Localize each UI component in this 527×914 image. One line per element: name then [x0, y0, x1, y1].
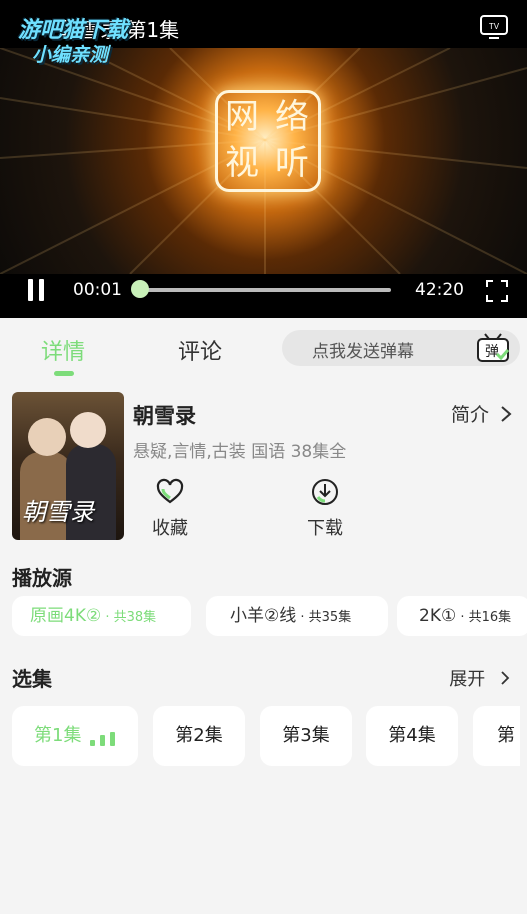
source-name: 2K① [419, 606, 457, 626]
source-name: 小羊②线 [230, 606, 297, 626]
source-item[interactable]: 原画4K② · 共38集 [12, 596, 191, 636]
source-item[interactable]: 2K① · 共16集 [397, 596, 527, 636]
episode-label: 第1集 [34, 725, 82, 746]
tv-cast-icon[interactable]: TV [479, 14, 509, 40]
source-count: · 共38集 [101, 610, 157, 625]
download-icon [312, 479, 338, 505]
heart-icon [156, 478, 184, 504]
danmu-input[interactable]: 点我发送弹幕 弹 [282, 330, 520, 366]
favorite-button[interactable]: 收藏 [130, 478, 210, 540]
tab-bar: 详情 评论 点我发送弹幕 弹 [0, 318, 527, 382]
progress-track[interactable] [140, 288, 391, 292]
show-meta: 悬疑,言情,古装 国语 38集全 [133, 442, 347, 462]
episode-item[interactable]: 第3集 [260, 706, 352, 766]
intro-link[interactable]: 简介 [451, 400, 513, 427]
source-item[interactable]: 小羊②线 · 共35集 [206, 596, 388, 636]
show-title: 朝雪录 [133, 404, 196, 428]
current-time: 00:01 [73, 280, 122, 300]
expand-button[interactable]: 展开 [449, 665, 511, 691]
playing-indicator-icon [90, 732, 116, 746]
episodes-heading: 选集 [12, 667, 52, 691]
episode-item[interactable]: 第2集 [153, 706, 245, 766]
logo-char: 网 [225, 97, 259, 137]
source-name: 原画4K② [30, 606, 102, 626]
fullscreen-icon[interactable] [486, 280, 508, 302]
danmu-icon-label: 弹 [485, 344, 499, 360]
progress-knob[interactable] [131, 280, 149, 298]
video-player[interactable]: 网 络 视 听 朝雪录 第1集 游吧猫下载 小编亲测 TV 00:01 42:2… [0, 0, 527, 318]
source-count: · 共16集 [456, 610, 512, 625]
tab-indicator [54, 371, 74, 376]
svg-text:TV: TV [489, 22, 500, 31]
logo-char: 络 [275, 97, 309, 137]
player-controls: 00:01 42:20 [0, 274, 527, 318]
pause-icon[interactable] [26, 279, 48, 301]
poster-title: 朝雪录 [22, 498, 94, 526]
expand-label: 展开 [449, 669, 486, 690]
episode-item[interactable]: 第1集 [12, 706, 138, 766]
source-count: · 共35集 [296, 610, 352, 625]
logo-char: 听 [275, 143, 309, 183]
intro-label: 简介 [450, 404, 489, 426]
favorite-label: 收藏 [152, 518, 188, 539]
poster[interactable]: 朝雪录 [12, 392, 124, 540]
watermark-line2: 小编亲测 [32, 44, 109, 66]
tab-comments[interactable]: 评论 [178, 334, 222, 366]
chevron-right-icon [501, 406, 512, 422]
tab-details[interactable]: 详情 [41, 334, 85, 366]
download-label: 下载 [307, 518, 343, 539]
episode-item[interactable]: 第5集 [473, 706, 520, 766]
duration: 42:20 [415, 280, 464, 300]
danmu-icon[interactable]: 弹 [476, 332, 510, 364]
download-button[interactable]: 下载 [285, 478, 365, 540]
episode-item[interactable]: 第4集 [366, 706, 458, 766]
danmu-placeholder: 点我发送弹幕 [312, 342, 414, 362]
logo-char: 视 [225, 143, 259, 183]
video-logo: 网 络 视 听 [215, 90, 321, 192]
watermark: 游吧猫下载 小编亲测 [6, 10, 146, 66]
sources-heading: 播放源 [12, 566, 72, 590]
chevron-right-icon [501, 671, 510, 685]
